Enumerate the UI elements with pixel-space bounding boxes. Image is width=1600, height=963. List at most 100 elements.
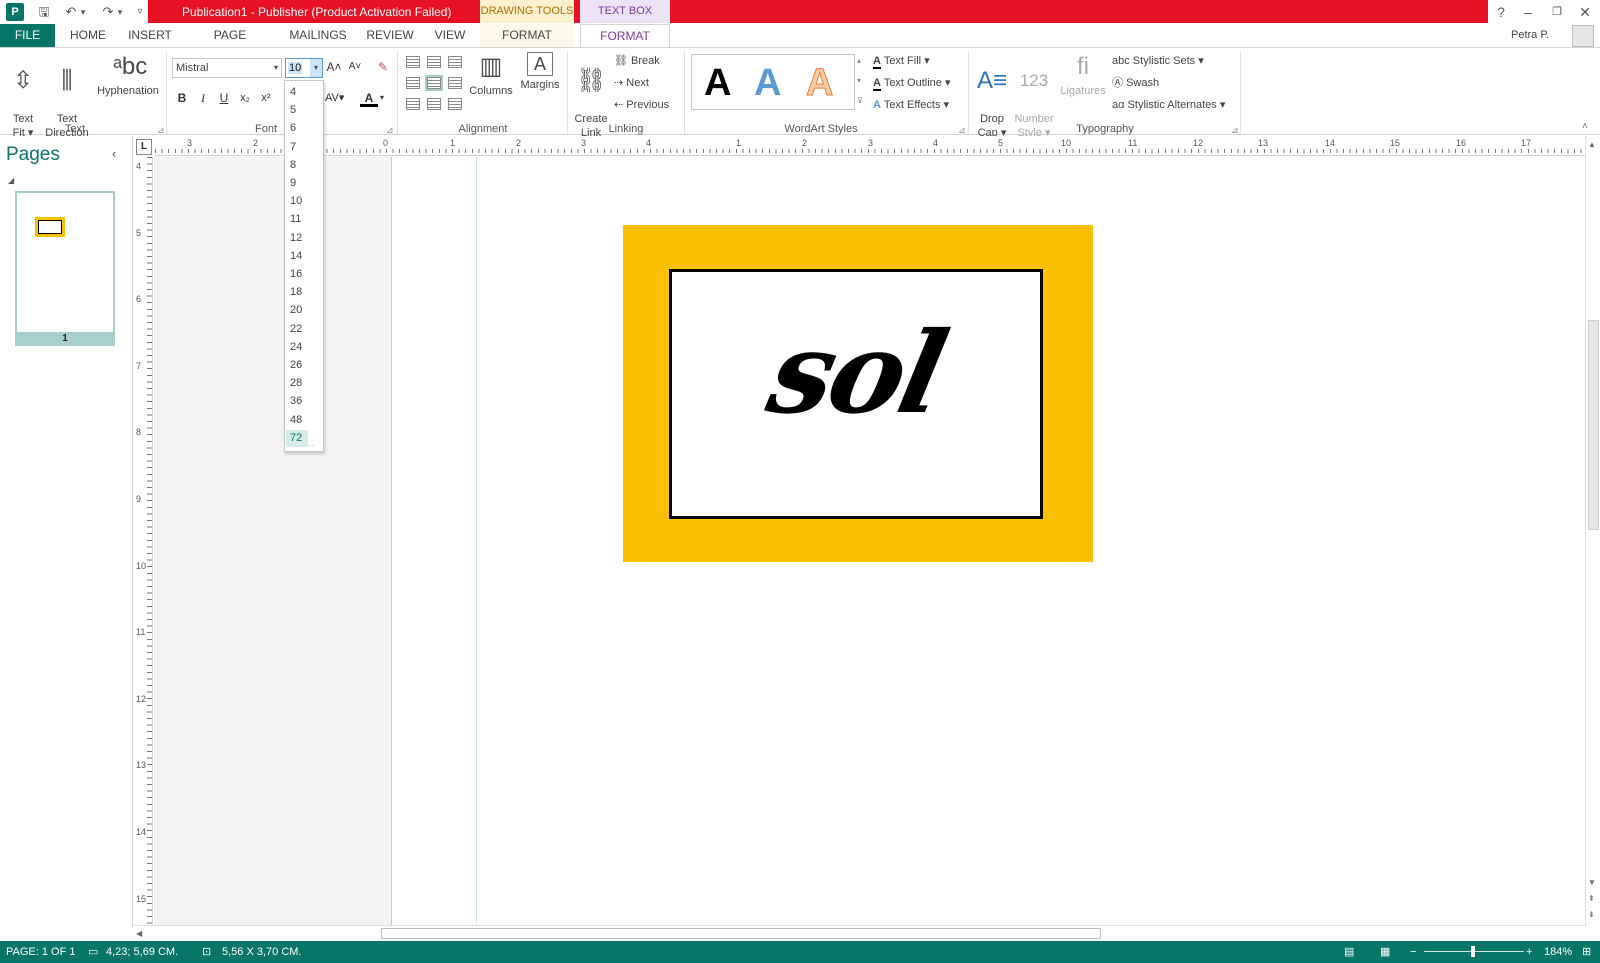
page-indicator[interactable]: PAGE: 1 OF 1 xyxy=(6,941,76,963)
tab-home[interactable]: HOME xyxy=(66,24,110,47)
font-size-option[interactable]: 14 xyxy=(286,248,308,265)
undo-dropdown-icon[interactable]: ▾ xyxy=(78,3,88,21)
text-outline-button[interactable]: A Text Outline ▾ xyxy=(873,76,950,91)
zoom-out-icon[interactable]: − xyxy=(1410,941,1416,963)
card-text[interactable]: sol xyxy=(658,308,1054,439)
italic-button[interactable]: I xyxy=(194,89,212,107)
font-size-option[interactable]: 4 xyxy=(286,84,308,101)
align-top-right-icon[interactable] xyxy=(448,56,462,68)
fit-page-icon[interactable]: ⊞ xyxy=(1582,941,1591,963)
wordart-style-orange-outline[interactable]: A xyxy=(805,61,833,105)
tab-selector[interactable]: L xyxy=(136,139,152,155)
align-bottom-right-icon[interactable] xyxy=(448,98,462,110)
shrink-font-button[interactable]: A˅ xyxy=(346,58,364,76)
font-size-option[interactable]: 72 xyxy=(286,429,308,447)
font-size-option[interactable]: 20 xyxy=(286,302,308,319)
text-fit-button[interactable]: ⇳ Text Fit ▾ xyxy=(6,52,40,140)
align-bottom-center-icon[interactable] xyxy=(427,98,441,110)
user-name[interactable]: Petra P. xyxy=(1511,29,1549,41)
save-icon[interactable]: 🖫 xyxy=(35,3,53,21)
zoom-in-icon[interactable]: + xyxy=(1526,941,1532,963)
tab-insert[interactable]: INSERT xyxy=(126,24,174,47)
two-page-view-icon[interactable]: ▦ xyxy=(1380,941,1390,963)
align-top-center-icon[interactable] xyxy=(427,56,441,68)
font-size-option[interactable]: 8 xyxy=(286,157,308,174)
align-middle-right-icon[interactable] xyxy=(448,77,462,89)
font-size-option[interactable]: 26 xyxy=(286,357,308,374)
align-top-left-icon[interactable] xyxy=(406,56,420,68)
font-group-launcher-icon[interactable]: ⊿ xyxy=(386,125,394,136)
chevron-down-icon[interactable]: ▾ xyxy=(274,59,278,77)
vertical-ruler[interactable]: 4 5 6 7 8 9 10 11 12 13 14 15 xyxy=(135,157,153,925)
scroll-up-icon[interactable]: ▲ xyxy=(1588,140,1596,149)
character-spacing-icon[interactable]: AV▾ xyxy=(325,89,344,107)
text-fill-button[interactable]: A Text Fill ▾ xyxy=(873,54,930,69)
tab-review[interactable]: REVIEW xyxy=(366,24,414,47)
collapse-pane-icon[interactable]: ‹ xyxy=(112,146,116,161)
wordart-style-blue[interactable]: A xyxy=(754,61,781,105)
vertical-scroll-thumb[interactable] xyxy=(1588,320,1599,530)
gallery-scroll-up-icon[interactable]: ▴ xyxy=(857,54,861,68)
swash-button[interactable]: Ⓐ Swash xyxy=(1112,76,1159,90)
next-page-icon[interactable]: ⇟ xyxy=(1588,910,1595,919)
wordart-style-gallery[interactable]: A A A xyxy=(691,54,855,110)
customize-qat-icon[interactable]: ▿ xyxy=(134,3,146,21)
close-button[interactable]: ✕ xyxy=(1572,2,1598,22)
scroll-down-icon[interactable]: ▼ xyxy=(1588,878,1596,887)
font-size-option[interactable]: 24 xyxy=(286,339,308,356)
tab-page-design[interactable]: PAGE DESIGN xyxy=(192,24,268,65)
font-size-option[interactable]: 48 xyxy=(286,412,308,429)
bold-button[interactable]: B xyxy=(173,89,191,107)
align-middle-left-icon[interactable] xyxy=(406,77,420,89)
break-link-button[interactable]: ⛓ Break xyxy=(614,54,660,68)
font-size-combo[interactable]: 10 ▾ xyxy=(285,58,323,78)
single-page-view-icon[interactable]: ▤ xyxy=(1344,941,1354,963)
font-size-option[interactable]: 6 xyxy=(286,120,308,137)
stylistic-alternates-button[interactable]: aα Stylistic Alternates ▾ xyxy=(1112,98,1225,112)
horizontal-ruler[interactable]: 32101234123451011121314151617 xyxy=(155,136,1585,156)
font-size-option[interactable]: 5 xyxy=(286,102,308,119)
zoom-level[interactable]: 184% xyxy=(1544,941,1572,963)
font-size-option[interactable]: 18 xyxy=(286,284,308,301)
gallery-scroll-down-icon[interactable]: ▾ xyxy=(857,74,861,88)
font-size-option[interactable]: 36 xyxy=(286,393,308,410)
page-thumbnail[interactable] xyxy=(15,191,115,339)
font-color-button[interactable]: A xyxy=(360,89,378,107)
hyphenation-button[interactable]: ᵃbc Hyphenation xyxy=(94,52,162,98)
superscript-button[interactable]: x² xyxy=(257,89,275,107)
font-size-value[interactable]: 10 xyxy=(288,62,303,74)
text-box[interactable]: sol xyxy=(669,269,1043,519)
vertical-scrollbar[interactable]: ▲ ▼ ⇞ ⇟ xyxy=(1585,136,1600,926)
margins-button[interactable]: A Margins xyxy=(518,52,562,92)
tab-format-textbox[interactable]: FORMAT xyxy=(580,24,670,47)
font-size-dropdown-list[interactable]: ····· 4567891011121416182022242628364872 xyxy=(284,80,324,452)
tab-file[interactable]: FILE xyxy=(0,24,55,47)
wordart-style-black[interactable]: A xyxy=(704,61,731,105)
scroll-left-icon[interactable]: ◀ xyxy=(136,929,142,938)
text-group-launcher-icon[interactable]: ⊿ xyxy=(157,125,165,136)
redo-dropdown-icon[interactable]: ▾ xyxy=(115,3,125,21)
font-size-option[interactable]: 22 xyxy=(286,321,308,338)
tab-view[interactable]: VIEW xyxy=(432,24,468,47)
restore-button[interactable]: ❐ xyxy=(1544,2,1570,22)
collapse-ribbon-icon[interactable]: ˄ xyxy=(1582,120,1588,134)
font-size-option[interactable]: 12 xyxy=(286,230,308,247)
grow-font-button[interactable]: A˄ xyxy=(325,58,343,76)
number-style-button[interactable]: 123 Number Style ▾ xyxy=(1012,52,1056,140)
chevron-down-icon[interactable]: ▾ xyxy=(310,59,322,77)
next-link-button[interactable]: ⇢ Next xyxy=(614,76,649,90)
avatar[interactable] xyxy=(1572,25,1594,47)
align-bottom-left-icon[interactable] xyxy=(406,98,420,110)
font-size-option[interactable]: 10 xyxy=(286,193,308,210)
tab-mailings[interactable]: MAILINGS xyxy=(286,24,350,47)
horizontal-scrollbar[interactable]: ◀ xyxy=(133,925,1585,941)
ligatures-button[interactable]: ﬁ Ligatures xyxy=(1058,52,1108,98)
font-size-option[interactable]: 9 xyxy=(286,175,308,192)
horizontal-scroll-thumb[interactable] xyxy=(381,928,1101,939)
section-expand-icon[interactable]: ◢ xyxy=(8,176,14,185)
font-size-option[interactable]: 28 xyxy=(286,375,308,392)
previous-page-icon[interactable]: ⇞ xyxy=(1588,894,1595,903)
card-shape[interactable]: sol xyxy=(623,225,1093,562)
wordart-group-launcher-icon[interactable]: ⊿ xyxy=(958,125,966,136)
font-size-option[interactable]: 7 xyxy=(286,139,308,156)
